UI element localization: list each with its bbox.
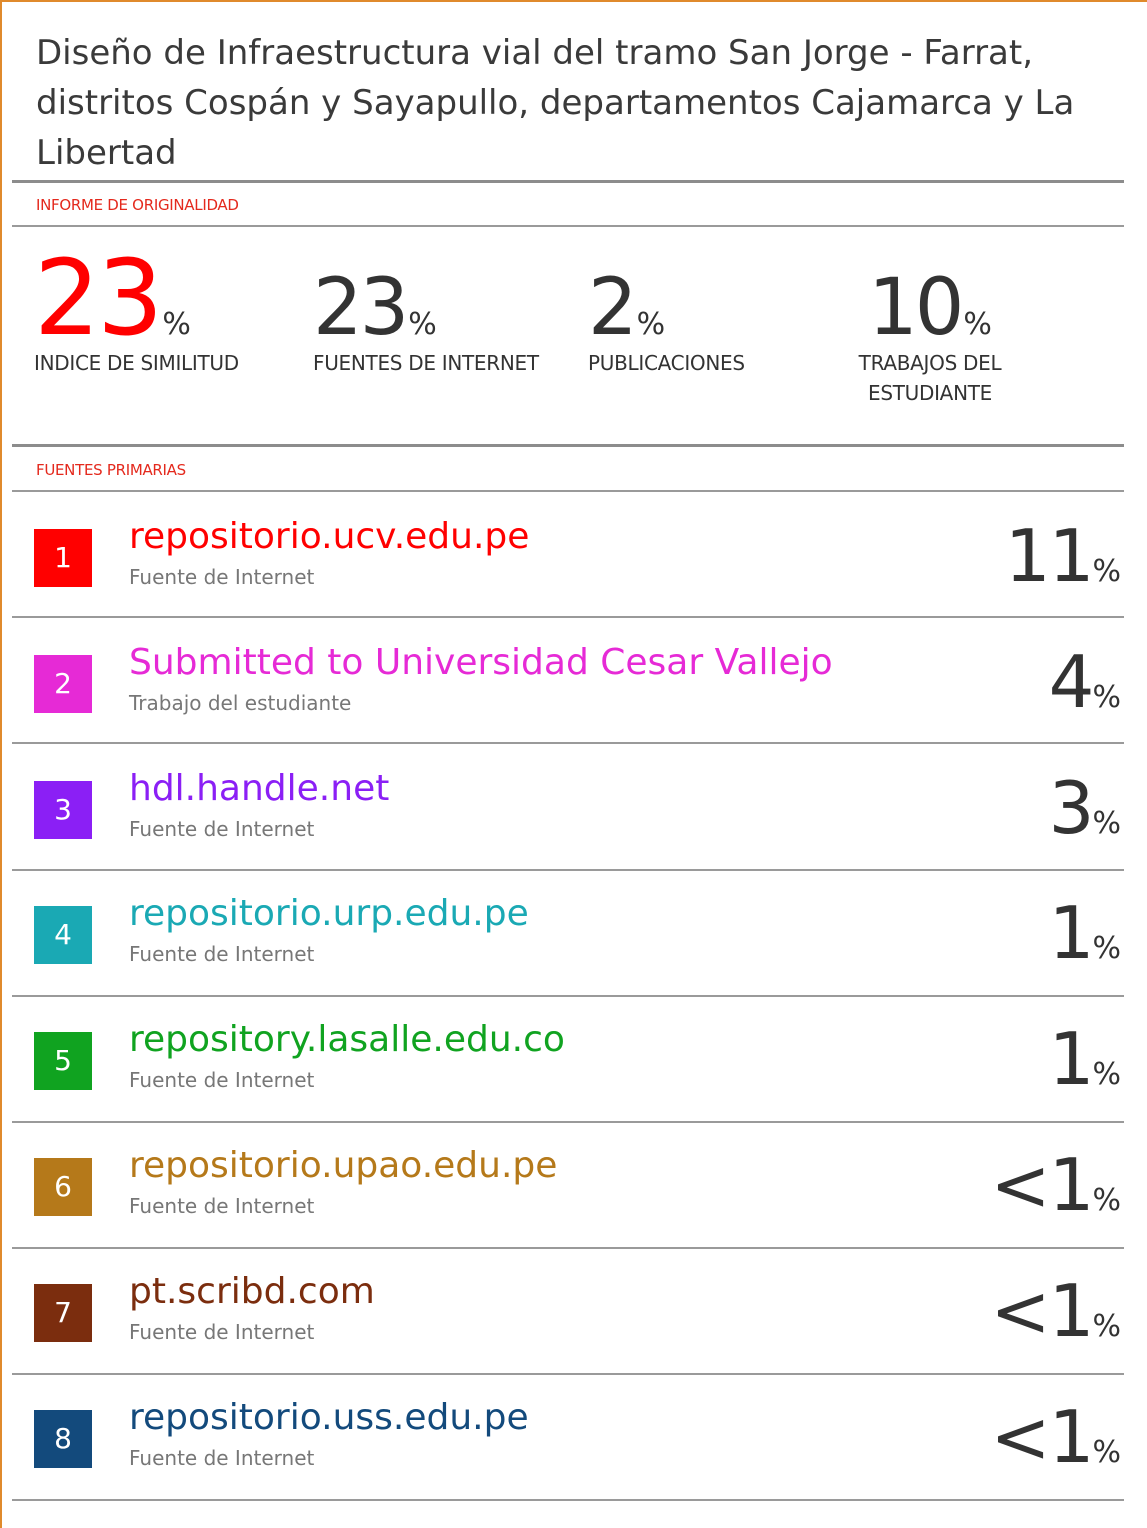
source-rank-badge: 3 xyxy=(34,781,92,839)
publications-value: 2 xyxy=(588,263,638,353)
source-rank-badge: 8 xyxy=(34,1410,92,1468)
source-name[interactable]: repositorio.urp.edu.pe xyxy=(129,893,529,934)
source-percent: <1% xyxy=(990,1395,1121,1479)
originality-report-label: INFORME DE ORIGINALIDAD xyxy=(36,196,239,214)
source-percent-unit: % xyxy=(1092,1057,1121,1092)
source-type: Fuente de Internet xyxy=(129,942,315,966)
originality-divider xyxy=(12,225,1124,227)
student-papers-label: TRABAJOS DEL ESTUDIANTE xyxy=(858,351,1002,405)
source-rank-badge: 2 xyxy=(34,655,92,713)
source-percent: 4% xyxy=(1049,640,1121,724)
source-percent-value: 11 xyxy=(1004,514,1095,598)
source-percent: 1% xyxy=(1049,891,1121,975)
source-percent-value: 4 xyxy=(1048,640,1095,724)
source-percent-value: <1 xyxy=(990,1269,1094,1353)
source-name[interactable]: repository.lasalle.edu.co xyxy=(129,1019,565,1060)
source-name[interactable]: hdl.handle.net xyxy=(129,768,389,809)
source-percent: 3% xyxy=(1049,766,1121,850)
source-type: Fuente de Internet xyxy=(129,1320,315,1344)
source-rank-badge: 7 xyxy=(34,1284,92,1342)
source-percent-value: <1 xyxy=(990,1143,1094,1227)
source-rank-badge: 6 xyxy=(34,1158,92,1216)
internet-sources-unit: % xyxy=(408,307,437,342)
source-row[interactable]: 5 repository.lasalle.edu.co Fuente de In… xyxy=(0,997,1147,1123)
title-divider xyxy=(12,180,1124,183)
source-percent-value: 1 xyxy=(1048,891,1095,975)
source-percent-unit: % xyxy=(1092,554,1121,589)
source-percent: 11% xyxy=(1005,514,1121,598)
source-row[interactable]: 6 repositorio.upao.edu.pe Fuente de Inte… xyxy=(0,1123,1147,1249)
student-papers-stat: 10% TRABAJOS DEL ESTUDIANTE xyxy=(830,268,1030,408)
source-row[interactable]: 1 repositorio.ucv.edu.pe Fuente de Inter… xyxy=(0,492,1147,618)
source-percent-value: 3 xyxy=(1048,766,1095,850)
source-percent-value: <1 xyxy=(990,1395,1094,1479)
source-name[interactable]: repositorio.upao.edu.pe xyxy=(129,1145,557,1186)
publications-unit: % xyxy=(636,307,666,342)
internet-sources-stat: 23% FUENTES DE INTERNET xyxy=(305,268,565,378)
source-name[interactable]: repositorio.uss.edu.pe xyxy=(129,1397,529,1438)
source-percent-unit: % xyxy=(1092,680,1121,715)
source-type: Trabajo del estudiante xyxy=(129,691,352,715)
source-percent: <1% xyxy=(990,1269,1121,1353)
publications-label: PUBLICACIONES xyxy=(588,351,745,375)
source-percent-unit: % xyxy=(1092,931,1121,966)
similarity-index-unit: % xyxy=(162,307,191,342)
source-row[interactable]: 4 repositorio.urp.edu.pe Fuente de Inter… xyxy=(0,871,1147,997)
source-name[interactable]: Submitted to Universidad Cesar Vallejo xyxy=(129,642,833,683)
row-divider xyxy=(12,1499,1124,1501)
student-papers-value: 10 xyxy=(868,263,964,353)
similarity-index-value: 23 xyxy=(34,237,163,359)
source-percent-unit: % xyxy=(1092,806,1121,841)
source-name[interactable]: pt.scribd.com xyxy=(129,1271,375,1312)
source-name[interactable]: repositorio.ucv.edu.pe xyxy=(129,516,529,557)
source-rank-badge: 5 xyxy=(34,1032,92,1090)
primary-sources-label: FUENTES PRIMARIAS xyxy=(36,461,186,479)
source-row[interactable]: 3 hdl.handle.net Fuente de Internet 3% xyxy=(0,744,1147,870)
source-percent: <1% xyxy=(990,1143,1121,1227)
source-percent-unit: % xyxy=(1092,1435,1121,1470)
document-title: Diseño de Infraestructura vial del tramo… xyxy=(36,33,1075,173)
similarity-index-stat: 23% INDICE DE SIMILITUD xyxy=(34,246,274,378)
source-row[interactable]: 2 Submitted to Universidad Cesar Vallejo… xyxy=(0,618,1147,744)
source-rank-badge: 4 xyxy=(34,906,92,964)
source-row[interactable]: 7 pt.scribd.com Fuente de Internet <1% xyxy=(0,1249,1147,1375)
source-percent-unit: % xyxy=(1092,1183,1121,1218)
source-percent-value: 1 xyxy=(1048,1017,1095,1101)
source-percent: 1% xyxy=(1049,1017,1121,1101)
source-type: Fuente de Internet xyxy=(129,1068,315,1092)
source-type: Fuente de Internet xyxy=(129,817,315,841)
source-row[interactable]: 8 repositorio.uss.edu.pe Fuente de Inter… xyxy=(0,1375,1147,1501)
source-rank-badge: 1 xyxy=(34,529,92,587)
source-type: Fuente de Internet xyxy=(129,565,315,589)
publications-stat: 2% PUBLICACIONES xyxy=(582,268,782,378)
source-type: Fuente de Internet xyxy=(129,1446,315,1470)
source-type: Fuente de Internet xyxy=(129,1194,315,1218)
student-papers-unit: % xyxy=(963,307,992,342)
internet-sources-value: 23 xyxy=(313,263,409,353)
internet-sources-label: FUENTES DE INTERNET xyxy=(313,351,539,375)
stats-divider xyxy=(12,444,1124,447)
source-percent-unit: % xyxy=(1092,1309,1121,1344)
